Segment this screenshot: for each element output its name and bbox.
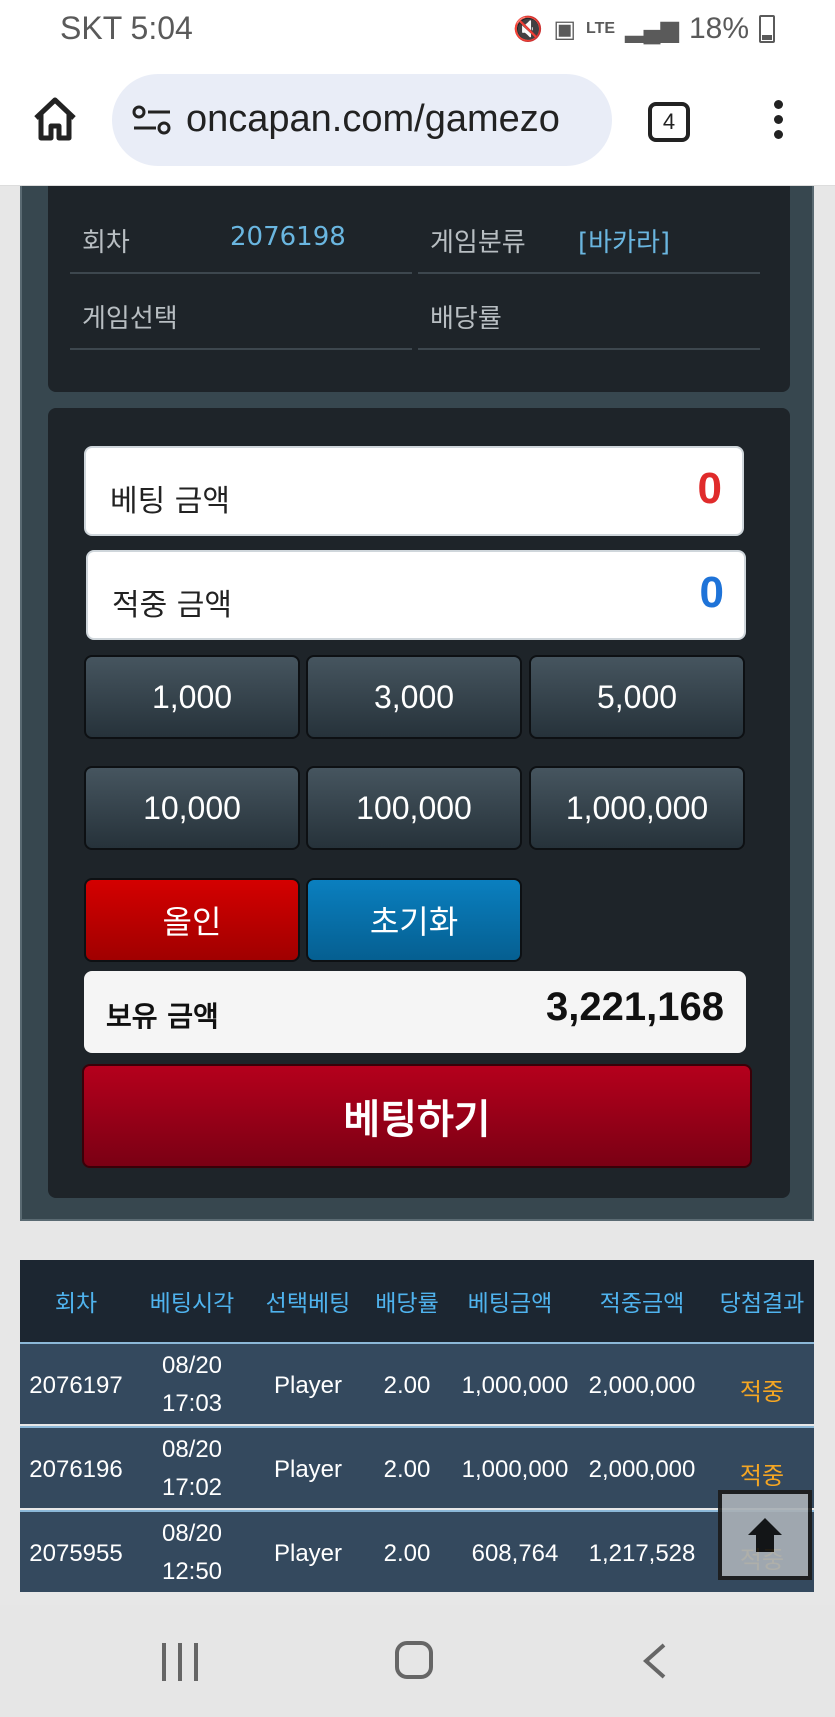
home-icon (34, 97, 76, 141)
chip-10000-button[interactable]: 10,000 (84, 766, 300, 850)
site-settings-icon (132, 105, 171, 135)
allin-button[interactable]: 올인 (84, 878, 300, 962)
bet-amount-value: 0 (697, 464, 722, 513)
tabs-button[interactable]: 4 (648, 102, 690, 142)
place-bet-button[interactable]: 베팅하기 (82, 1064, 752, 1168)
betting-panel: 회차 2076198 게임분류 [바카라] 게임선택 배당률 베팅 금액 0 적… (20, 186, 814, 1221)
recent-apps-icon[interactable] (162, 1643, 198, 1681)
selection-label: 게임선택 (82, 304, 178, 334)
bet-history-table: 회차 베팅시각 선택베팅 배당률 베팅금액 적중금액 당첨결과 2076197 … (20, 1260, 814, 1605)
notification-icon: ▣ (553, 15, 576, 43)
holding-amount-box: 보유 금액 3,221,168 (84, 971, 746, 1053)
battery-icon (759, 15, 775, 43)
browser-toolbar: oncapan.com/gamezo 4 (0, 60, 835, 186)
home-nav-icon[interactable] (395, 1641, 433, 1679)
holding-label: 보유 금액 (106, 1000, 219, 1033)
chip-1000000-button[interactable]: 1,000,000 (529, 766, 745, 850)
address-bar[interactable]: oncapan.com/gamezo (112, 74, 612, 166)
win-amount-box: 적중 금액 0 (86, 550, 746, 640)
more-menu-icon[interactable] (770, 100, 786, 142)
bet-amount-label: 베팅 금액 (110, 484, 230, 519)
col-pick: 선택베팅 (265, 1291, 351, 1317)
system-navigation-bar (0, 1605, 835, 1717)
home-button[interactable] (30, 94, 80, 144)
reset-button[interactable]: 초기화 (306, 878, 522, 962)
chip-3000-button[interactable]: 3,000 (306, 655, 522, 739)
game-info-card: 회차 2076198 게임분류 [바카라] 게임선택 배당률 (48, 186, 790, 392)
col-odds: 배당률 (375, 1291, 439, 1317)
status-icons: 🔇 ▣ LTE ▂▄▆ 18% (513, 12, 775, 46)
arrow-up-icon (748, 1518, 782, 1552)
status-bar: SKT 5:04 🔇 ▣ LTE ▂▄▆ 18% (0, 0, 835, 60)
result-badge: 적중 (739, 1462, 785, 1490)
carrier-time: SKT 5:04 (60, 10, 193, 46)
category-label: 게임분류 (430, 228, 526, 258)
win-amount-label: 적중 금액 (112, 588, 232, 623)
info-row-selection: 게임선택 배당률 (70, 274, 770, 350)
bet-amount-box: 베팅 금액 0 (84, 446, 744, 536)
table-row: 2076197 08/20 17:03 Player 2.00 1,000,00… (20, 1342, 814, 1424)
bet-card: 베팅 금액 0 적중 금액 0 1,000 3,000 5,000 10,000… (48, 408, 790, 1198)
odds-label: 배당률 (430, 304, 502, 334)
col-result: 당첨결과 (719, 1291, 805, 1317)
chip-5000-button[interactable]: 5,000 (529, 655, 745, 739)
category-value: [바카라] (578, 228, 671, 258)
mute-icon: 🔇 (513, 15, 544, 43)
result-badge: 적중 (739, 1378, 785, 1406)
chip-1000-button[interactable]: 1,000 (84, 655, 300, 739)
table-row: 2076196 08/20 17:02 Player 2.00 1,000,00… (20, 1426, 814, 1508)
round-value: 2076198 (230, 222, 346, 252)
round-label: 회차 (82, 228, 130, 258)
info-row-round: 회차 2076198 게임분류 [바카라] (70, 198, 770, 274)
col-bet-amount: 베팅금액 (467, 1291, 553, 1317)
back-icon[interactable] (636, 1641, 676, 1681)
network-label: LTE (586, 20, 616, 37)
battery-percent: 18% (688, 12, 749, 45)
col-win-amount: 적중금액 (599, 1291, 685, 1317)
win-amount-value: 0 (699, 568, 724, 617)
chip-100000-button[interactable]: 100,000 (306, 766, 522, 850)
scroll-top-button[interactable] (718, 1490, 812, 1580)
signal-icon: ▂▄▆ (625, 15, 679, 43)
holding-value: 3,221,168 (546, 985, 724, 1029)
table-header: 회차 베팅시각 선택베팅 배당률 베팅금액 적중금액 당첨결과 (20, 1260, 814, 1342)
table-row: 2075955 08/20 12:50 Player 2.00 608,764 … (20, 1510, 814, 1592)
url-text: oncapan.com/gamezo (186, 98, 560, 140)
col-bet-time: 베팅시각 (149, 1291, 235, 1317)
col-round: 회차 (54, 1291, 98, 1317)
